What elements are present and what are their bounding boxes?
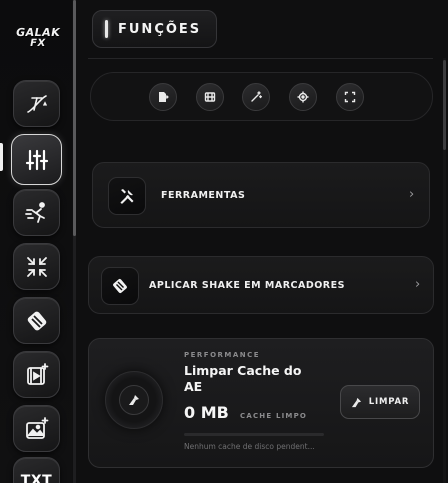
clear-cache-button[interactable]: LIMPAR: [340, 385, 420, 419]
compress-arrows-icon: [26, 256, 47, 277]
chevron-right-icon: ›: [415, 277, 421, 292]
sidebar-item-image[interactable]: [13, 405, 60, 452]
cache-size: 0 MB: [184, 403, 229, 422]
tools-card[interactable]: FERRAMENTAS ›: [92, 162, 430, 228]
main-scrollbar-thumb[interactable]: [443, 60, 446, 150]
header-divider: [88, 58, 433, 59]
chevron-right-icon: ›: [409, 187, 415, 202]
cache-status: CACHE LIMPO: [240, 412, 308, 420]
shake-stack-icon: [113, 279, 127, 293]
title-accent-bar: [105, 20, 108, 38]
tools-icon-box: [108, 177, 146, 215]
target-icon: [297, 91, 309, 103]
logo-text-line2: FX: [29, 38, 47, 49]
cache-status-ring: [105, 371, 163, 429]
sidebar-item-compress[interactable]: [13, 243, 60, 290]
clear-cache-button-label: LIMPAR: [368, 397, 410, 407]
performance-card: PERFORMANCE Limpar Cache do AE 0 MB CACH…: [88, 338, 434, 468]
shake-markers-card[interactable]: APLICAR SHAKE EM MARCADORES ›: [88, 256, 434, 314]
cache-progress-bar: [184, 433, 324, 436]
broom-icon-holder: [119, 385, 149, 415]
broom-icon: [129, 395, 139, 405]
sidebar-item-motion[interactable]: [13, 189, 60, 236]
quick-toolbar: [90, 72, 433, 121]
broom-icon: [351, 397, 361, 407]
sidebar-item-shake[interactable]: [13, 297, 60, 344]
text-path-icon: [26, 94, 47, 113]
import-button[interactable]: [149, 83, 177, 111]
txt-icon: TXT: [20, 472, 53, 483]
shake-stack-icon: [27, 311, 46, 330]
sidebar-item-video[interactable]: [13, 351, 60, 398]
sidebar-item-text-path[interactable]: [13, 80, 60, 127]
active-indicator: [0, 143, 3, 171]
tools-card-label: FERRAMENTAS: [161, 190, 246, 201]
video-sparkle-icon: [26, 362, 48, 385]
sidebar-scrollbar-thumb[interactable]: [73, 0, 76, 236]
magic-wand-icon: [251, 91, 262, 102]
sidebar-item-txt[interactable]: TXT: [13, 457, 60, 483]
page-title: FUNÇÕES: [118, 21, 202, 37]
tools-icon: [120, 189, 134, 204]
film-button[interactable]: [196, 83, 224, 111]
performance-title: Limpar Cache do AE: [184, 363, 302, 394]
logo-text-line1: GALAK: [14, 26, 62, 39]
fullscreen-button[interactable]: [336, 83, 364, 111]
magic-wand-button[interactable]: [242, 83, 270, 111]
shake-icon-box: [101, 267, 139, 305]
sidebar-item-adjustments[interactable]: [11, 134, 62, 185]
image-sparkle-icon: [25, 416, 48, 439]
logo: GALAK FX: [14, 20, 62, 56]
page-title-chip: FUNÇÕES: [92, 10, 217, 48]
import-icon: [159, 92, 169, 102]
shake-card-label: APLICAR SHAKE EM MARCADORES: [149, 280, 345, 291]
motion-runner-icon: [24, 201, 45, 223]
target-button[interactable]: [289, 83, 317, 111]
film-icon: [204, 92, 216, 102]
fullscreen-icon: [344, 91, 356, 103]
cache-note: Nenhum cache de disco pendent...: [184, 442, 315, 451]
performance-label: PERFORMANCE: [184, 351, 261, 359]
sliders-icon: [25, 149, 48, 170]
